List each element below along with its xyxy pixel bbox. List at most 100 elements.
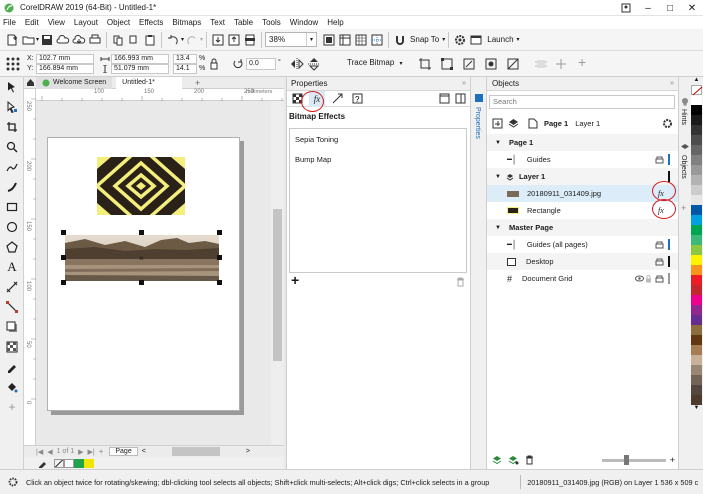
show-guidelines-icon[interactable] bbox=[369, 32, 385, 48]
tree-item-bitmap[interactable]: 20180911_031409.jpg fx bbox=[487, 185, 678, 202]
layer-stack-icon[interactable] bbox=[505, 115, 521, 131]
menu-layout[interactable]: Layout bbox=[74, 16, 98, 29]
next-page-icon[interactable]: ▶ bbox=[78, 448, 83, 456]
collapse-arrow-icon[interactable]: ▼ bbox=[495, 174, 501, 180]
tab-untitled-1[interactable]: Untitled-1* bbox=[116, 76, 183, 89]
new-master-layer-icon[interactable] bbox=[505, 452, 521, 468]
palette-swatch[interactable] bbox=[691, 165, 702, 175]
print-toggle-icon[interactable] bbox=[655, 156, 664, 164]
color-swatch-yellow[interactable] bbox=[84, 458, 94, 468]
no-color-swatch[interactable] bbox=[54, 458, 64, 468]
horizontal-scroll-thumb[interactable] bbox=[171, 447, 220, 456]
palette-swatch[interactable] bbox=[691, 315, 702, 325]
menu-file[interactable]: File bbox=[3, 16, 16, 29]
cut-icon[interactable] bbox=[110, 32, 126, 48]
palette-swatch[interactable] bbox=[691, 215, 702, 225]
delete-icon[interactable] bbox=[521, 452, 537, 468]
menu-object[interactable]: Object bbox=[107, 16, 130, 29]
slider-plus-icon[interactable]: + bbox=[670, 455, 675, 465]
properties-side-icon[interactable] bbox=[474, 93, 484, 103]
show-grid-icon[interactable] bbox=[353, 32, 369, 48]
minimize-icon[interactable]: – bbox=[637, 0, 659, 16]
menu-text[interactable]: Text bbox=[210, 16, 225, 29]
selection-handle[interactable] bbox=[61, 280, 66, 285]
ellipse-tool-icon[interactable] bbox=[0, 217, 24, 237]
connector-tool-icon[interactable] bbox=[0, 297, 24, 317]
visibility-eye-icon[interactable] bbox=[635, 275, 644, 282]
palette-swatch[interactable] bbox=[691, 305, 702, 315]
palette-swatch[interactable] bbox=[691, 105, 702, 115]
selection-center-marker[interactable]: × bbox=[139, 254, 144, 263]
launch-dropdown-icon[interactable]: ▾ bbox=[517, 36, 520, 43]
new-document-icon[interactable] bbox=[4, 32, 20, 48]
first-page-icon[interactable]: |◀ bbox=[36, 448, 43, 456]
menu-bitmaps[interactable]: Bitmaps bbox=[172, 16, 201, 29]
scroll-right-icon[interactable]: > bbox=[246, 448, 250, 455]
selection-handle[interactable] bbox=[139, 280, 144, 285]
trace-bitmap-button[interactable]: Trace Bitmap ▾ bbox=[347, 58, 403, 67]
wrap-text-icon[interactable] bbox=[534, 57, 548, 71]
palette-swatch[interactable] bbox=[691, 225, 702, 235]
palette-swatch[interactable] bbox=[691, 335, 702, 345]
pick-tool-icon[interactable] bbox=[0, 77, 24, 97]
objects-side-tab[interactable]: Objects bbox=[680, 155, 687, 179]
lock-ratio-icon[interactable] bbox=[209, 58, 219, 70]
rectangle-object[interactable] bbox=[97, 157, 185, 215]
palette-swatch[interactable] bbox=[691, 175, 702, 185]
tree-item-desktop[interactable]: Desktop bbox=[487, 253, 678, 270]
panel-options-icon[interactable] bbox=[452, 91, 468, 107]
palette-swatch[interactable] bbox=[691, 255, 702, 265]
cloud-download-icon[interactable] bbox=[71, 32, 87, 48]
tree-item-guides-all-pages[interactable]: ━│ Guides (all pages) bbox=[487, 236, 678, 253]
home-icon[interactable] bbox=[24, 77, 36, 89]
palette-scroll-up-icon[interactable]: ▲ bbox=[690, 77, 703, 85]
color-swatch-white[interactable] bbox=[64, 458, 74, 468]
zoom-tool-icon[interactable] bbox=[0, 137, 24, 157]
parallel-dimension-tool-icon[interactable] bbox=[0, 277, 24, 297]
selection-handle[interactable] bbox=[139, 230, 144, 235]
launch-icon[interactable] bbox=[468, 32, 484, 48]
drop-shadow-tool-icon[interactable] bbox=[0, 317, 24, 337]
menu-effects[interactable]: Effects bbox=[139, 16, 163, 29]
print-toggle-icon[interactable] bbox=[655, 258, 664, 266]
palette-swatch[interactable] bbox=[691, 205, 702, 215]
vertical-scrollbar[interactable] bbox=[271, 101, 284, 445]
palette-swatch[interactable] bbox=[691, 395, 702, 405]
save-icon[interactable] bbox=[39, 32, 55, 48]
selection-handle[interactable] bbox=[217, 230, 222, 235]
quick-customize-icon[interactable] bbox=[554, 57, 568, 71]
slider-thumb[interactable] bbox=[623, 454, 629, 465]
new-layer-icon[interactable] bbox=[489, 452, 505, 468]
palette-scroll-down-icon[interactable]: ▼ bbox=[690, 405, 703, 413]
palette-swatch[interactable] bbox=[691, 265, 702, 275]
print-toggle-icon[interactable] bbox=[655, 241, 664, 249]
eyedropper-icon[interactable] bbox=[38, 458, 48, 468]
width-field[interactable]: 166.993 mm bbox=[111, 54, 169, 64]
hint-gear-icon[interactable] bbox=[8, 477, 18, 487]
copy-icon[interactable] bbox=[126, 32, 142, 48]
x-position-field[interactable]: 102.7 mm bbox=[36, 54, 94, 64]
palette-swatch[interactable] bbox=[691, 245, 702, 255]
selection-handle[interactable] bbox=[61, 255, 66, 260]
tree-group-layer-1[interactable]: ▼ Layer 1 bbox=[487, 168, 678, 185]
palette-swatch[interactable] bbox=[691, 95, 702, 105]
object-origin-icon[interactable] bbox=[6, 57, 20, 71]
collapse-arrow-icon[interactable]: ▼ bbox=[495, 140, 501, 146]
bitmap-color-mask-icon[interactable] bbox=[484, 57, 498, 71]
transparency-icon[interactable] bbox=[506, 57, 520, 71]
collapse-arrow-icon[interactable]: ▼ bbox=[495, 225, 501, 231]
redo-dropdown-icon[interactable]: ▾ bbox=[200, 36, 203, 43]
mirror-vertical-icon[interactable] bbox=[307, 57, 321, 71]
tab-welcome-screen[interactable]: Welcome Screen bbox=[36, 76, 113, 89]
paste-icon[interactable] bbox=[142, 32, 158, 48]
launch-label[interactable]: Launch bbox=[487, 35, 513, 44]
close-icon[interactable]: ✕ bbox=[681, 0, 703, 16]
add-icon[interactable]: + bbox=[578, 54, 586, 70]
menu-edit[interactable]: Edit bbox=[25, 16, 39, 29]
collapse-docker-icon[interactable]: » bbox=[462, 77, 466, 91]
crop-tool-icon[interactable] bbox=[0, 117, 24, 137]
selection-handle[interactable] bbox=[217, 255, 222, 260]
delete-effect-icon[interactable] bbox=[456, 277, 465, 287]
hints-side-icon[interactable] bbox=[680, 97, 690, 107]
palette-swatch[interactable] bbox=[691, 185, 702, 195]
